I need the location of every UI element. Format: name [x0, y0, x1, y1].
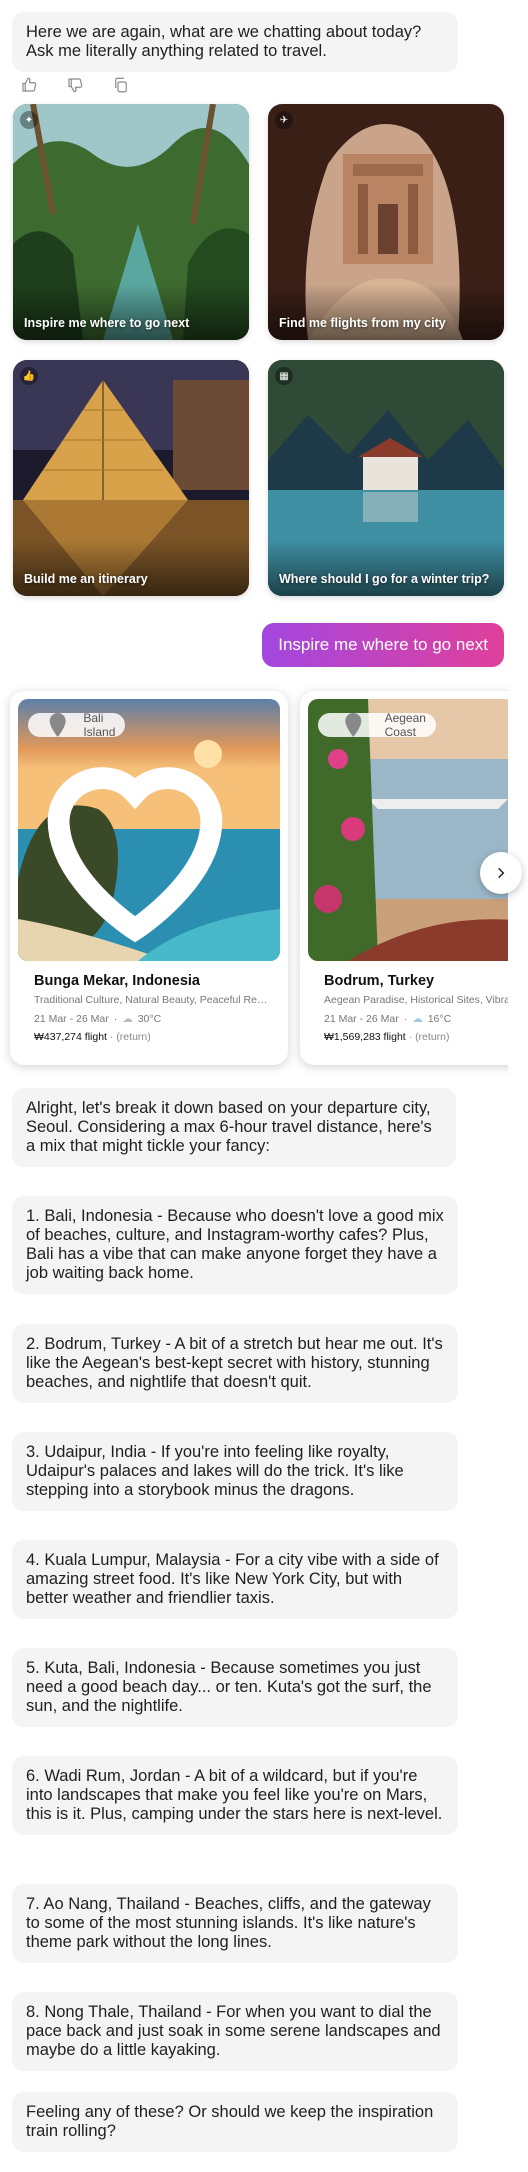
- destination-tags: Traditional Culture, Natural Beauty, Pea…: [34, 994, 270, 1006]
- jungle-river-image: [13, 104, 249, 340]
- tile-label: Where should I go for a winter trip?: [279, 572, 490, 586]
- user-message: Inspire me where to go next: [262, 623, 504, 667]
- chevron-right-icon: [498, 867, 505, 879]
- assistant-reply-item: 7. Ao Nang, Thailand - Beaches, cliffs, …: [12, 1884, 458, 1963]
- temperature: 30°C: [137, 1013, 162, 1025]
- weather-icon: ☁: [122, 1013, 133, 1025]
- destination-image: Aegean Coast: [308, 699, 508, 961]
- flight-price: ₩437,274 flight: [34, 1031, 107, 1043]
- assistant-reply-item: 6. Wadi Rum, Jordan - A bit of a wildcar…: [12, 1756, 458, 1835]
- carousel-next-button[interactable]: [480, 852, 522, 894]
- assistant-reply-item: 5. Kuta, Bali, Indonesia - Because somet…: [12, 1648, 458, 1727]
- tile-label: Find me flights from my city: [279, 316, 446, 330]
- flight-price: ₩1,569,283 flight: [324, 1031, 406, 1043]
- tile-label: Inspire me where to go next: [24, 316, 190, 330]
- destination-card-bali[interactable]: Bali Island Bunga Mekar, Indonesia Tradi…: [10, 691, 288, 1065]
- louvre-image: [13, 360, 249, 596]
- return-label: (return): [116, 1031, 151, 1043]
- trip-dates: 21 Mar - 26 Mar: [324, 1013, 399, 1025]
- pin-icon: [345, 713, 362, 737]
- message-actions: [20, 76, 130, 94]
- return-label: (return): [415, 1031, 450, 1043]
- destination-carousel[interactable]: Bali Island Bunga Mekar, Indonesia Tradi…: [0, 685, 508, 1075]
- trip-dates: 21 Mar - 26 Mar: [34, 1013, 109, 1025]
- thumbs-down-icon[interactable]: [66, 76, 84, 94]
- plane-icon: ✈: [275, 111, 293, 129]
- temperature: 16°C: [427, 1013, 452, 1025]
- hotel-icon: ▦: [275, 367, 293, 385]
- suggestion-tile-winter[interactable]: ▦ Where should I go for a winter trip?: [268, 360, 504, 596]
- destination-card-bodrum[interactable]: Aegean Coast Bodrum, Turkey Aegean Parad…: [300, 691, 508, 1065]
- flight-price-row: ₩1,569,283 flight · (return): [324, 1031, 450, 1043]
- suggestion-tile-flights[interactable]: ✈ Find me flights from my city: [268, 104, 504, 340]
- assistant-reply-closing: Feeling any of these? Or should we keep …: [12, 2092, 458, 2152]
- suggestion-tile-itinerary[interactable]: 👍 Build me an itinerary: [13, 360, 249, 596]
- thumbs-up-icon: 👍: [20, 367, 38, 385]
- copy-icon[interactable]: [112, 76, 130, 94]
- destination-tags: Aegean Paradise, Historical Sites, Vibra…: [324, 994, 508, 1006]
- assistant-reply-intro: Alright, let's break it down based on yo…: [12, 1088, 456, 1167]
- destination-title: Bunga Mekar, Indonesia: [34, 973, 200, 989]
- petra-image: [268, 104, 504, 340]
- assistant-reply-item: 2. Bodrum, Turkey - A bit of a stretch b…: [12, 1324, 458, 1403]
- destination-meta: 21 Mar - 26 Mar · ☁ 30°C: [34, 1013, 162, 1025]
- suggestion-tile-inspire[interactable]: ✦ Inspire me where to go next: [13, 104, 249, 340]
- flight-price-row: ₩437,274 flight · (return): [34, 1031, 151, 1043]
- destination-meta: 21 Mar - 26 Mar · ☁ 16°C: [324, 1013, 452, 1025]
- assistant-reply-item: 1. Bali, Indonesia - Because who doesn't…: [12, 1196, 458, 1294]
- destination-title: Bodrum, Turkey: [324, 973, 435, 989]
- location-label: Aegean Coast: [384, 711, 426, 739]
- sparkle-icon: ✦: [20, 111, 38, 129]
- assistant-reply-item: 3. Udaipur, India - If you're into feeli…: [12, 1432, 458, 1511]
- heart-icon[interactable]: [18, 711, 266, 961]
- assistant-reply-item: 4. Kuala Lumpur, Malaysia - For a city v…: [12, 1540, 458, 1619]
- location-badge: Aegean Coast: [318, 711, 437, 739]
- lake-hotel-image: [268, 360, 504, 596]
- assistant-intro-message: Here we are again, what are we chatting …: [12, 12, 458, 72]
- assistant-reply-item: 8. Nong Thale, Thailand - For when you w…: [12, 1992, 458, 2071]
- thumbs-up-icon[interactable]: [20, 76, 38, 94]
- weather-icon: ☁: [412, 1013, 423, 1025]
- tile-label: Build me an itinerary: [24, 572, 148, 586]
- destination-image: Bali Island: [18, 699, 280, 961]
